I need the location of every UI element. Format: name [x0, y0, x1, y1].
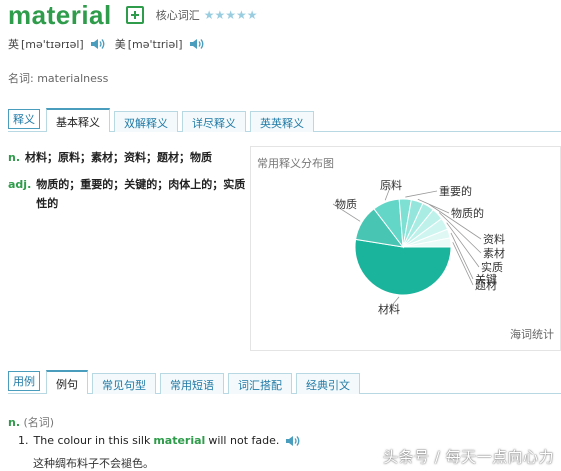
example-number: 1. [18, 434, 29, 447]
pie-leader-9 [452, 242, 474, 286]
word-forms: 名词: materialness [8, 70, 108, 86]
pie-leader-8 [450, 232, 474, 280]
pie-label-9: 题材 [475, 278, 497, 292]
pie-label-7: 实质 [481, 260, 503, 274]
us-speaker-icon[interactable] [189, 38, 204, 50]
definition-text: 材料；原料；素材；资料；题材；物质 [25, 151, 213, 164]
tab-basic-definition[interactable]: 基本释义 [46, 108, 110, 132]
tab-detailed-definition[interactable]: 详尽释义 [182, 111, 246, 132]
tab-english-definition[interactable]: 英英释义 [250, 111, 314, 132]
definition-item: n. 材料；原料；素材；资料；题材；物质 [8, 148, 246, 167]
example-pos: n. [8, 416, 21, 429]
level-label: 核心词汇 [155, 9, 200, 22]
section-tag-definitions: 释义 [8, 109, 40, 129]
part-of-speech: adj. [8, 178, 32, 191]
chart-footer: 海词统计 [510, 328, 554, 341]
uk-phonetic: [mə'tɪərɪəl] [21, 37, 84, 51]
example-after: will not fade. [208, 434, 280, 447]
pie-leader-3 [405, 190, 438, 198]
pie-label-2: 原料 [380, 178, 402, 192]
word-header: material 核心词汇 ★★★★★ [8, 0, 258, 30]
definition-tabs: 释义 基本释义 双解释义 详尽释义 英英释义 [8, 108, 561, 132]
tab-bilingual-definition[interactable]: 双解释义 [114, 111, 178, 132]
rating-stars: ★★★★★ [203, 8, 258, 22]
watermark: 头条号 / 每天一点向心力 [383, 448, 555, 466]
part-of-speech: n. [8, 151, 21, 164]
uk-speaker-icon[interactable] [90, 38, 105, 50]
tab-example-sentences[interactable]: 例句 [46, 370, 88, 394]
example-before: The colour in this silk [33, 434, 151, 447]
pie-leader-7 [446, 222, 480, 268]
us-label: 美 [114, 38, 126, 51]
uk-label: 英 [8, 38, 19, 51]
definition-list: n. 材料；原料；素材；资料；题材；物质 adj. 物质的；重要的；关键的；肉体… [8, 148, 246, 221]
example-speaker-icon[interactable] [285, 435, 300, 447]
us-phonetic: [mə'tɪriəl] [127, 37, 183, 51]
pie-chart-svg: 材料物质原料 重要的物质的资料素材实质关键题材 [332, 178, 505, 316]
example-translation: 这种绸布料子不会褪色。 [33, 457, 154, 470]
pie-label-3: 重要的 [439, 184, 472, 198]
definition-text: 物质的；重要的；关键的；肉体上的；实质性的 [36, 178, 246, 210]
pie-label-5: 资料 [483, 232, 505, 246]
pronunciation-row: 英 [mə'tɪərɪəl] 美 [mə'tɪriəl] [8, 36, 214, 52]
forms-label: 名词: [8, 72, 34, 85]
pie-label-4: 物质的 [451, 206, 484, 220]
tab-common-phrases[interactable]: 常用短语 [160, 373, 224, 394]
headword: material [8, 0, 112, 30]
example-highlight: material [153, 434, 206, 447]
pie-label-6: 素材 [483, 246, 505, 260]
add-to-wordbook-icon[interactable] [125, 6, 144, 24]
definition-item: adj. 物质的；重要的；关键的；肉体上的；实质性的 [8, 175, 246, 213]
tab-classic-quotes[interactable]: 经典引文 [296, 373, 360, 394]
example-pos-paren: (名词) [23, 416, 55, 429]
tab-collocations[interactable]: 词汇搭配 [228, 373, 292, 394]
pie-label-0: 材料 [378, 302, 400, 316]
example-sentence: 1. The colour in this silk material will… [18, 434, 310, 447]
usage-tabs: 用例 例句 常见句型 常用短语 词汇搭配 经典引文 [8, 370, 561, 394]
tab-sentence-patterns[interactable]: 常见句型 [92, 373, 156, 394]
pie-label-1: 物质 [335, 197, 357, 211]
example-pos-header: n. (名词) [8, 414, 54, 430]
section-tag-usage: 用例 [8, 371, 40, 391]
forms-value[interactable]: materialness [37, 72, 108, 85]
definition-distribution-chart: 常用释义分布图 材料 物质 原料 重要的 物质的 资料 素材 实质 关键 题材 海词统计 [250, 146, 561, 351]
